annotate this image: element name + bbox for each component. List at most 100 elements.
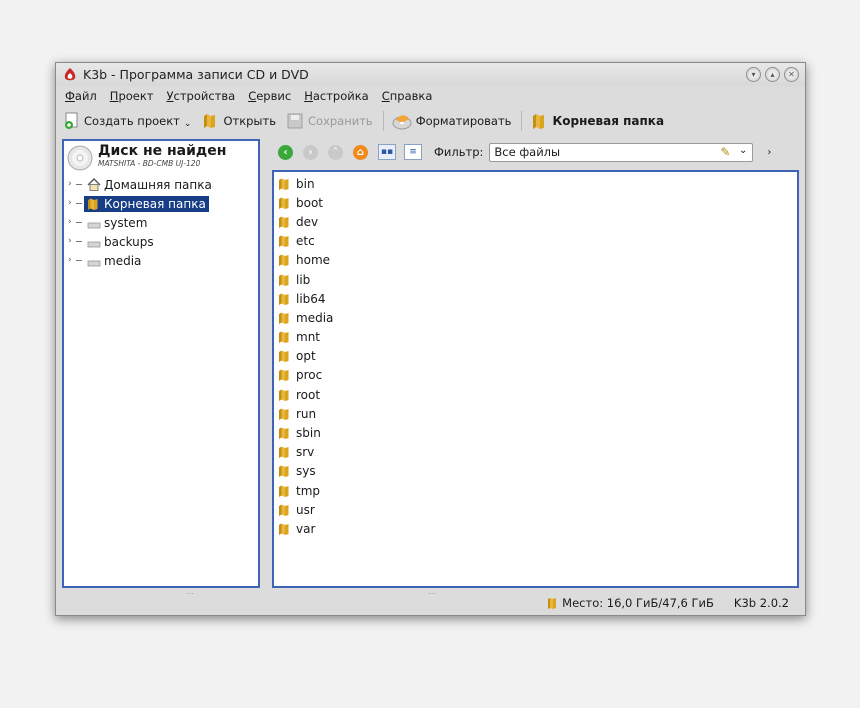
folder-icon: [279, 350, 289, 363]
expand-arrow-icon[interactable]: ›: [68, 217, 72, 227]
format-button[interactable]: Форматировать: [392, 112, 511, 130]
folder-icon: [279, 293, 289, 305]
file-name: home: [296, 253, 331, 268]
file-list-item[interactable]: var: [278, 519, 797, 538]
file-name: usr: [296, 502, 315, 517]
expand-arrow-icon[interactable]: ›: [68, 236, 72, 246]
folder-icon: [279, 235, 289, 248]
current-folder-label: Корневая папка: [552, 114, 665, 128]
file-name: boot: [296, 195, 324, 210]
file-list-item[interactable]: media: [278, 308, 797, 327]
title-bar[interactable]: K3b - Программа записи CD и DVD ▾ ▴ ✕: [56, 63, 805, 86]
file-name: lib64: [296, 291, 326, 306]
menu-settings[interactable]: Настройка: [304, 89, 369, 103]
chevron-down-icon[interactable]: ⌄: [739, 145, 747, 156]
format-disc-icon: [392, 115, 412, 130]
tree-item[interactable]: › system: [64, 213, 258, 232]
k3b-window: K3b - Программа записи CD и DVD ▾ ▴ ✕ Фа…: [55, 62, 806, 616]
menu-service[interactable]: Сервис: [248, 89, 291, 103]
filter-combobox[interactable]: Все файлы ✎ ⌄: [489, 142, 754, 162]
file-name: opt: [296, 349, 316, 364]
home-icon: [87, 178, 101, 191]
forward-icon[interactable]: ›: [303, 144, 318, 160]
tree-item[interactable]: › media: [64, 251, 258, 270]
tree-item-label: Корневая папка: [104, 196, 206, 211]
file-list-item[interactable]: usr: [278, 500, 797, 519]
chevron-down-icon[interactable]: ⌄: [184, 119, 192, 129]
toolbar-separator: [521, 111, 523, 131]
folder-icon: [533, 114, 545, 129]
file-name: bin: [296, 176, 315, 191]
file-list-item[interactable]: srv: [278, 443, 797, 462]
filter-value: Все файлы: [494, 145, 561, 159]
detail-view-icon[interactable]: ≡: [404, 144, 422, 160]
folder-icon: [279, 369, 289, 382]
maximize-button[interactable]: ▴: [765, 67, 780, 82]
expand-arrow-icon[interactable]: ›: [68, 179, 72, 189]
folder-icon: [279, 331, 289, 344]
tree-item[interactable]: › backups: [64, 232, 258, 251]
filter-label: Фильтр:: [434, 145, 484, 159]
file-list-item[interactable]: opt: [278, 347, 797, 366]
file-list-item[interactable]: lib64: [278, 289, 797, 308]
device-header[interactable]: Диск не найден MATSHITA - BD-CMB UJ-120: [64, 141, 258, 175]
free-space-indicator: Место: 16,0 ГиБ/47,6 ГиБ: [547, 596, 714, 610]
device-status-title: Диск не найден: [98, 143, 227, 159]
file-list-item[interactable]: dev: [278, 212, 797, 231]
file-list-item[interactable]: home: [278, 251, 797, 270]
icon-view-icon[interactable]: ▪▪: [378, 144, 396, 160]
minimize-button[interactable]: ▾: [746, 67, 761, 82]
clear-filter-icon[interactable]: ✎: [720, 145, 730, 159]
tree-item[interactable]: › Домашняя папка: [64, 175, 258, 194]
expand-arrow-icon[interactable]: ›: [68, 198, 72, 208]
expand-arrow-icon[interactable]: ›: [68, 255, 72, 265]
folder-icon: [279, 216, 289, 228]
new-project-button[interactable]: Создать проект ⌄: [64, 112, 191, 130]
menu-file[interactable]: Файл: [65, 89, 97, 103]
save-icon: [287, 113, 303, 129]
folder-icon: [279, 446, 289, 459]
file-list-item[interactable]: sys: [278, 462, 797, 481]
file-list[interactable]: bin boot dev etc home lib lib64 media mnt opt proc…: [272, 170, 799, 588]
folder-icon: [279, 504, 289, 516]
menu-devices[interactable]: Устройства: [167, 89, 236, 103]
toolbar-overflow-icon[interactable]: ›: [767, 147, 771, 158]
tree-item-label-wrap: Домашняя папка: [84, 177, 215, 193]
folder-icon: [279, 178, 289, 190]
close-button[interactable]: ✕: [784, 67, 799, 82]
file-list-item[interactable]: bin: [278, 174, 797, 193]
file-name: mnt: [296, 330, 320, 345]
back-icon[interactable]: ‹: [278, 144, 293, 160]
menu-bar: Файл Проект Устройства Сервис Настройка …: [56, 86, 805, 106]
file-list-item[interactable]: run: [278, 404, 797, 423]
main-toolbar: Создать проект ⌄ Открыть Сохранить Форма…: [56, 107, 805, 135]
tree-branch-line: [76, 241, 82, 242]
menu-help[interactable]: Справка: [382, 89, 433, 103]
tree-branch-line: [76, 222, 82, 223]
file-list-item[interactable]: proc: [278, 366, 797, 385]
file-list-item[interactable]: lib: [278, 270, 797, 289]
open-button[interactable]: Открыть: [201, 112, 276, 130]
save-button[interactable]: Сохранить: [286, 112, 373, 130]
file-name: tmp: [296, 483, 321, 498]
file-name: run: [296, 406, 317, 421]
menu-project[interactable]: Проект: [110, 89, 154, 103]
tree-item-label-wrap: backups: [84, 234, 157, 250]
file-list-item[interactable]: boot: [278, 193, 797, 212]
tree-item[interactable]: › Корневая папка: [64, 194, 258, 213]
folder-icon: [279, 312, 289, 324]
home-nav-icon[interactable]: ⌂: [353, 144, 368, 160]
tree-branch-line: [76, 203, 82, 204]
file-list-item[interactable]: etc: [278, 232, 797, 251]
file-list-item[interactable]: mnt: [278, 328, 797, 347]
file-name: lib: [296, 272, 311, 287]
file-list-item[interactable]: root: [278, 385, 797, 404]
save-label: Сохранить: [308, 114, 373, 128]
device-model: MATSHITA - BD-CMB UJ-120: [98, 159, 201, 168]
file-name: sys: [296, 464, 316, 479]
up-icon[interactable]: ˄: [328, 144, 343, 160]
cd-disc-icon: [67, 145, 93, 171]
new-project-icon: [65, 112, 78, 129]
file-list-item[interactable]: tmp: [278, 481, 797, 500]
file-list-item[interactable]: sbin: [278, 423, 797, 442]
